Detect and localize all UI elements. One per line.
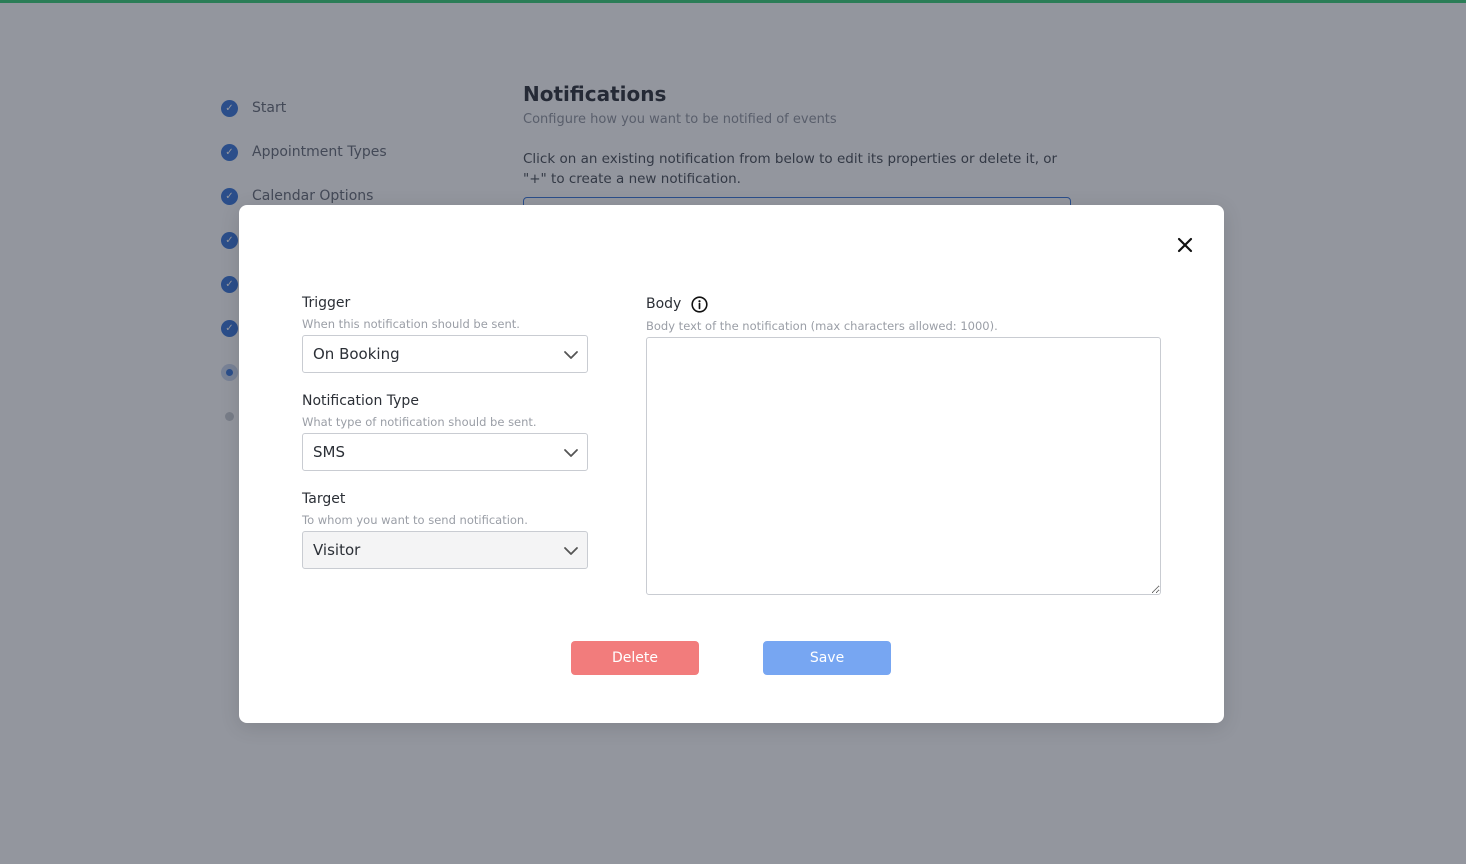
target-value: Visitor	[313, 541, 361, 559]
trigger-select[interactable]: On Booking	[302, 335, 588, 373]
target-select[interactable]: Visitor	[302, 531, 588, 569]
trigger-label: Trigger	[302, 295, 351, 311]
trigger-value: On Booking	[313, 345, 400, 363]
chevron-down-icon	[564, 547, 578, 555]
notification-type-value: SMS	[313, 443, 345, 461]
body-textarea[interactable]	[646, 337, 1161, 595]
notification-type-label: Notification Type	[302, 393, 419, 409]
trigger-help: When this notification should be sent.	[302, 317, 520, 331]
delete-button[interactable]: Delete	[571, 641, 699, 675]
target-help: To whom you want to send notification.	[302, 513, 528, 527]
notification-type-help: What type of notification should be sent…	[302, 415, 537, 429]
save-button[interactable]: Save	[763, 641, 891, 675]
chevron-down-icon	[564, 351, 578, 359]
chevron-down-icon	[564, 449, 578, 457]
notification-type-select[interactable]: SMS	[302, 433, 588, 471]
settings-column: Trigger When this notification should be…	[302, 293, 588, 587]
target-label: Target	[302, 491, 346, 507]
body-column: Body Body text of the notification (max …	[646, 293, 1161, 595]
trigger-field: Trigger When this notification should be…	[302, 293, 588, 373]
notification-modal: Trigger When this notification should be…	[239, 205, 1224, 723]
target-field: Target To whom you want to send notifica…	[302, 489, 588, 569]
body-help: Body text of the notification (max chara…	[646, 319, 998, 333]
close-button[interactable]	[1173, 233, 1197, 257]
close-icon	[1177, 237, 1193, 253]
notification-type-field: Notification Type What type of notificat…	[302, 391, 588, 471]
body-label-row: Body	[646, 293, 1161, 315]
body-label: Body	[646, 296, 682, 312]
info-icon[interactable]	[691, 295, 708, 313]
